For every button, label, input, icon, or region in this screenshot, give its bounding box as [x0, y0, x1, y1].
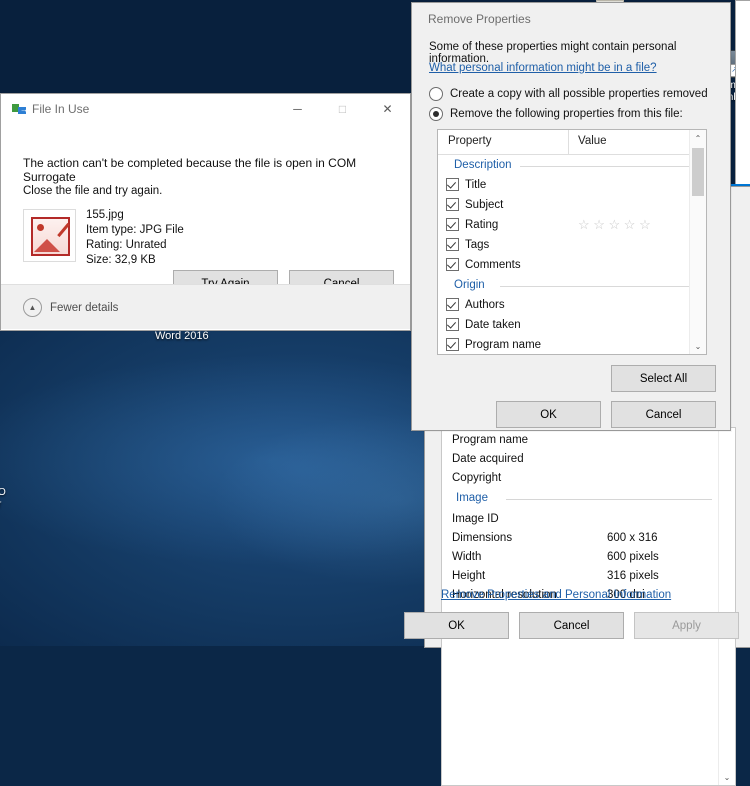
checkbox-checked-icon[interactable] — [446, 338, 459, 351]
property-label: Image ID — [452, 513, 499, 525]
rating-stars-icon[interactable]: ☆ ☆ ☆ ☆ ☆ — [578, 217, 651, 233]
desktop-icon-label-partial-3[interactable]: O — [0, 487, 6, 498]
file-in-use-window-buttons: ─ □ ✕ — [275, 94, 410, 124]
move-file-icon: → — [12, 104, 28, 115]
personal-info-help-link[interactable]: What personal information might be in a … — [429, 62, 657, 74]
property-label: Rating — [465, 218, 499, 231]
checkbox-checked-icon[interactable] — [446, 318, 459, 331]
checkbox-checked-icon[interactable] — [446, 258, 459, 271]
property-label: Comments — [465, 258, 521, 271]
property-label: Tags — [465, 238, 490, 251]
file-metadata: 155.jpg Item type: JPG File Rating: Unra… — [86, 208, 184, 268]
property-label: Dimensions — [452, 532, 513, 544]
scroll-up-icon[interactable]: ⌃ — [690, 130, 706, 146]
cancel-button[interactable]: Cancel — [611, 401, 716, 428]
remove-properties-titlebar[interactable]: Remove Properties — [412, 3, 730, 34]
radio-create-copy-label: Create a copy with all possible properti… — [450, 88, 708, 100]
property-row-date-taken[interactable]: Date taken — [446, 318, 521, 331]
minimize-icon[interactable]: ─ — [275, 94, 320, 124]
property-label: Program name — [465, 338, 542, 351]
property-value: 600 pixels — [607, 551, 659, 563]
file-in-use-footer: ▲ Fewer details — [1, 284, 410, 329]
file-size: Size: 32,9 KB — [86, 254, 156, 266]
fewer-details-label: Fewer details — [50, 301, 119, 314]
file-thumbnail — [23, 209, 76, 262]
scrollbar-thumb[interactable] — [692, 148, 704, 196]
file-in-use-dialog[interactable]: → File In Use ─ □ ✕ The action can't be … — [0, 93, 411, 331]
remove-properties-button-row: OK Cancel — [496, 401, 716, 428]
jpg-image-file-icon — [31, 217, 70, 256]
ok-button[interactable]: OK — [404, 612, 509, 639]
file-name: 155.jpg — [86, 209, 124, 221]
cancel-button[interactable]: Cancel — [519, 612, 624, 639]
property-label: Date taken — [465, 318, 521, 331]
scroll-down-icon[interactable]: ⌄ — [719, 769, 735, 785]
property-row-comments[interactable]: Comments — [446, 258, 521, 271]
file-in-use-title: File In Use — [32, 102, 90, 116]
group-divider-line — [520, 166, 690, 167]
property-label: Title — [465, 178, 487, 191]
file-in-use-titlebar[interactable]: → File In Use ─ □ ✕ — [1, 94, 410, 124]
background-window-right-strip[interactable] — [735, 0, 750, 188]
apply-button: Apply — [634, 612, 739, 639]
property-row-program-name[interactable]: Program name — [446, 338, 541, 351]
group-divider-line — [500, 286, 690, 287]
property-label: Copyright — [452, 472, 502, 484]
file-item-type: Item type: JPG File — [86, 224, 184, 236]
list-header: Property Value — [438, 130, 706, 155]
remove-properties-link[interactable]: Remove Properties and Personal Informati… — [441, 589, 671, 601]
property-row-tags[interactable]: Tags — [446, 238, 489, 251]
remove-properties-scrollbar[interactable]: ⌃ ⌄ — [689, 130, 706, 354]
property-row-authors[interactable]: Authors — [446, 298, 505, 311]
properties-scrollbar[interactable]: ⌄ — [718, 428, 735, 785]
select-all-button[interactable]: Select All — [611, 365, 716, 392]
column-header-property: Property — [448, 135, 492, 147]
scroll-down-icon[interactable]: ⌄ — [690, 338, 706, 354]
property-label: Height — [452, 570, 486, 582]
radio-remove-following[interactable]: Remove the following properties from thi… — [429, 107, 683, 121]
property-value: 600 x 316 — [607, 532, 658, 544]
column-header-value: Value — [578, 135, 607, 147]
desktop-icon-label-word2016[interactable]: Word 2016 — [155, 330, 209, 342]
radio-create-copy[interactable]: Create a copy with all possible properti… — [429, 87, 708, 101]
column-divider — [568, 130, 569, 154]
removable-properties-list[interactable]: Property Value Description Title Subject… — [437, 129, 707, 355]
properties-list[interactable]: Program name Date acquired Copyright Ima… — [441, 427, 736, 786]
file-in-use-submessage: Close the file and try again. — [23, 185, 163, 197]
fewer-details-toggle[interactable]: ▲ Fewer details — [23, 298, 118, 317]
properties-button-row: OK Cancel Apply — [404, 612, 739, 639]
checkbox-checked-icon[interactable] — [446, 238, 459, 251]
radio-remove-following-label: Remove the following properties from thi… — [450, 108, 683, 120]
group-header-origin: Origin — [454, 279, 485, 291]
property-row-rating[interactable]: Rating — [446, 218, 498, 231]
checkbox-checked-icon[interactable] — [446, 178, 459, 191]
property-label: Width — [452, 551, 482, 563]
radio-icon-unselected — [429, 87, 443, 101]
property-label: Subject — [465, 198, 504, 211]
property-label: Program name — [452, 434, 529, 446]
desktop-icon-label-partial-4[interactable]: r — [0, 499, 1, 510]
radio-icon-selected — [429, 107, 443, 121]
file-rating: Rating: Unrated — [86, 239, 167, 251]
remove-properties-dialog[interactable]: Remove Properties Some of these properti… — [411, 2, 731, 431]
checkbox-checked-icon[interactable] — [446, 218, 459, 231]
checkbox-checked-icon[interactable] — [446, 198, 459, 211]
group-divider — [506, 499, 712, 500]
file-in-use-body: The action can't be completed because th… — [1, 124, 410, 329]
maximize-icon: □ — [338, 102, 347, 116]
chevron-up-icon: ▲ — [23, 298, 42, 317]
remove-properties-title: Remove Properties — [428, 12, 531, 26]
property-label: Authors — [465, 298, 505, 311]
group-header-description: Description — [454, 159, 512, 171]
property-value: 316 pixels — [607, 570, 659, 582]
close-icon[interactable]: ✕ — [365, 94, 410, 124]
property-row-title[interactable]: Title — [446, 178, 486, 191]
property-label: Date acquired — [452, 453, 524, 465]
property-group-image: Image — [456, 492, 488, 504]
file-in-use-message: The action can't be completed because th… — [23, 156, 357, 184]
ok-button[interactable]: OK — [496, 401, 601, 428]
checkbox-checked-icon[interactable] — [446, 298, 459, 311]
property-row-subject[interactable]: Subject — [446, 198, 503, 211]
